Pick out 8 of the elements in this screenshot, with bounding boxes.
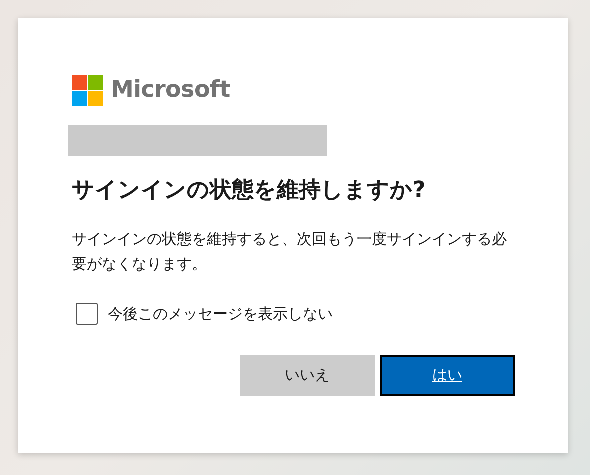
no-button[interactable]: いいえ <box>240 355 375 396</box>
description-text: サインインの状態を維持すると、次回もう一度サインインする必要がなくなります。 <box>72 229 508 275</box>
yes-button[interactable]: はい <box>380 355 515 396</box>
dialog-title: サインインの状態を維持しますか? <box>72 177 427 205</box>
four-squares-logo-icon <box>72 74 103 106</box>
logo-text: Microsoft <box>111 77 230 103</box>
checkbox-label: 今後このメッセージを表示しない <box>108 304 333 324</box>
checkbox[interactable] <box>76 303 98 325</box>
